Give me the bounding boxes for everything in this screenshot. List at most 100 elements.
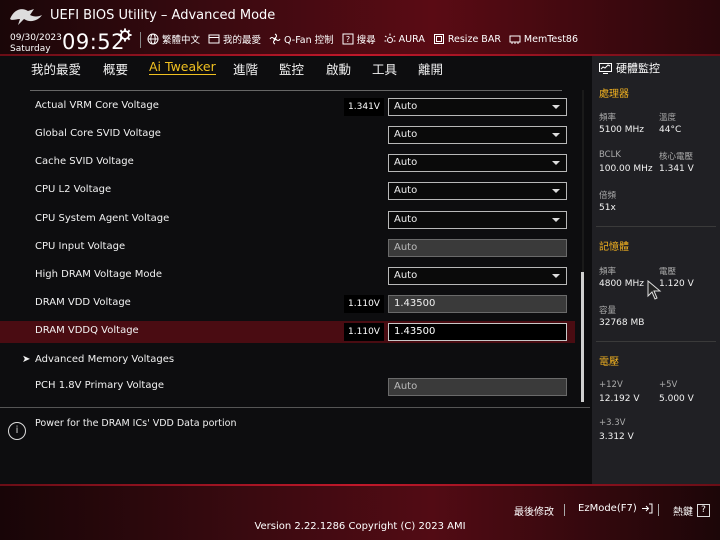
- setting-dropdown[interactable]: Auto: [388, 211, 567, 229]
- info-icon: i: [8, 422, 26, 440]
- ratio-label: 倍頻: [599, 191, 617, 201]
- tool-resize-bar[interactable]: Resize BAR: [433, 32, 501, 46]
- setting-row-dram-vddq-voltage[interactable]: DRAM VDDQ Voltage 1.110V 1.43500: [0, 321, 575, 343]
- setting-dropdown[interactable]: Auto: [388, 267, 567, 285]
- hotkeys-button[interactable]: 熱鍵 ?: [673, 503, 710, 518]
- tab-monitor[interactable]: 監控: [279, 59, 304, 78]
- caret-down-icon: [552, 274, 560, 278]
- aura-icon: [384, 33, 396, 43]
- help-key-icon: ?: [697, 504, 710, 517]
- caret-down-icon: [552, 161, 560, 165]
- setting-label: High DRAM Voltage Mode: [35, 269, 162, 280]
- hardware-monitor-panel: 硬體監控 處理器 頻率 5100 MHz 溫度 44°C BCLK 100.00…: [592, 56, 720, 484]
- setting-row-cpu-l2-voltage[interactable]: CPU L2 Voltage Auto: [0, 180, 575, 202]
- vcore-value: 1.341 V: [659, 164, 694, 174]
- monitor-divider: [596, 226, 716, 227]
- field-value: Auto: [394, 242, 418, 253]
- footer-divider: [564, 504, 565, 516]
- tool-language[interactable]: 繁體中文: [147, 32, 200, 46]
- tool-memtest[interactable]: MemTest86: [509, 32, 578, 46]
- help-description: Power for the DRAM ICs' VDD Data portion: [35, 418, 237, 429]
- v33-value: 3.312 V: [599, 432, 634, 442]
- list-top-divider: [30, 90, 562, 91]
- setting-row-pch-1-8v-primary-voltage: PCH 1.8V Primary Voltage Auto: [0, 376, 575, 398]
- section-memory: 記憶體: [599, 242, 629, 253]
- setting-row-actual-vrm-core-voltage[interactable]: Actual VRM Core Voltage 1.341V Auto: [0, 96, 575, 118]
- tab-advanced[interactable]: 進階: [233, 59, 258, 78]
- setting-row-cpu-system-agent-voltage[interactable]: CPU System Agent Voltage Auto: [0, 209, 575, 231]
- fan-icon: [269, 33, 281, 45]
- setting-dropdown[interactable]: Auto: [388, 182, 567, 200]
- vcore-label: 核心電壓: [659, 152, 694, 162]
- mouse-cursor-icon: [647, 280, 662, 300]
- tab-exit[interactable]: 離開: [418, 59, 443, 78]
- tool-search-label: 搜尋: [356, 35, 376, 46]
- setting-label: PCH 1.8V Primary Voltage: [35, 380, 164, 391]
- monitor-title: 硬體監控: [599, 60, 660, 76]
- footer-divider: [658, 504, 659, 516]
- caret-down-icon: [552, 133, 560, 137]
- ezmode-button[interactable]: EzMode(F7): [578, 503, 653, 514]
- setting-dropdown[interactable]: Auto: [388, 98, 567, 116]
- search-help-icon: ?: [342, 33, 354, 45]
- monitor-divider: [596, 341, 716, 342]
- tab-boot[interactable]: 啟動: [326, 59, 351, 78]
- setting-label: Actual VRM Core Voltage: [35, 100, 159, 111]
- memtest-icon: [509, 35, 521, 44]
- globe-icon: [147, 33, 159, 45]
- tool-memtest-label: MemTest86: [523, 33, 579, 45]
- setting-field-disabled: Auto: [388, 239, 567, 257]
- ratio-value: 51x: [599, 203, 616, 213]
- mem-freq-label: 頻率: [599, 267, 617, 277]
- setting-row-dram-vdd-voltage[interactable]: DRAM VDD Voltage 1.110V 1.43500: [0, 293, 575, 315]
- day-text: Saturday: [10, 44, 51, 54]
- tool-search[interactable]: ? 搜尋: [342, 32, 376, 46]
- setting-dropdown[interactable]: Auto: [388, 126, 567, 144]
- submenu-advanced-memory-voltages[interactable]: ➤ Advanced Memory Voltages: [0, 350, 575, 372]
- bclk-value: 100.00 MHz: [599, 164, 653, 174]
- setting-label: CPU L2 Voltage: [35, 184, 112, 195]
- tab-favorites[interactable]: 我的最愛: [31, 59, 81, 78]
- current-voltage-readout: 1.110V: [344, 295, 384, 313]
- setting-label: Global Core SVID Voltage: [35, 128, 161, 139]
- setting-row-global-core-svid-voltage[interactable]: Global Core SVID Voltage Auto: [0, 124, 575, 146]
- last-modified-button[interactable]: 最後修改: [514, 503, 554, 518]
- gear-icon[interactable]: [118, 28, 132, 42]
- tab-main[interactable]: 概要: [103, 59, 128, 78]
- hotkeys-label: 熱鍵: [673, 507, 693, 518]
- svg-text:?: ?: [346, 35, 350, 44]
- scrollbar-thumb[interactable]: [581, 272, 584, 402]
- tool-aura[interactable]: AURA: [384, 32, 425, 46]
- v33-label: +3.3V: [599, 418, 626, 428]
- setting-row-cache-svid-voltage[interactable]: Cache SVID Voltage Auto: [0, 152, 575, 174]
- v5-label: +5V: [659, 380, 678, 390]
- tool-resize-bar-label: Resize BAR: [447, 33, 501, 45]
- mem-volt-value: 1.120 V: [659, 279, 694, 289]
- tab-ai-tweaker[interactable]: Ai Tweaker: [149, 59, 216, 75]
- dropdown-value: Auto: [394, 270, 418, 281]
- setting-dropdown[interactable]: Auto: [388, 154, 567, 172]
- date-text: 09/30/2023: [10, 33, 62, 43]
- setting-label: CPU Input Voltage: [35, 241, 126, 252]
- monitor-screen-icon: [599, 62, 612, 74]
- voltage-input[interactable]: 1.43500: [388, 295, 567, 313]
- cpu-temp-value: 44°C: [659, 125, 682, 135]
- main-menu-tabs: 我的最愛 概要 Ai Tweaker 進階 監控 啟動 工具 離開: [0, 56, 590, 80]
- tab-tool[interactable]: 工具: [372, 59, 397, 78]
- resize-bar-icon: [433, 34, 444, 44]
- setting-label: CPU System Agent Voltage: [35, 213, 170, 224]
- ezmode-label: EzMode(F7): [578, 503, 637, 514]
- footer-bar: 最後修改 EzMode(F7) 熱鍵 ? Version 2.22.1286 C…: [0, 484, 720, 540]
- dropdown-value: Auto: [394, 101, 418, 112]
- tool-favorites[interactable]: 我的最愛: [208, 32, 261, 46]
- setting-field-disabled: Auto: [388, 378, 567, 396]
- tool-aura-label: AURA: [398, 33, 425, 45]
- setting-label: DRAM VDDQ Voltage: [35, 325, 139, 336]
- mem-cap-label: 容量: [599, 306, 617, 316]
- voltage-input[interactable]: 1.43500: [388, 323, 567, 341]
- setting-row-high-dram-voltage-mode[interactable]: High DRAM Voltage Mode Auto: [0, 265, 575, 287]
- tool-qfan[interactable]: Q-Fan 控制: [269, 32, 334, 46]
- section-cpu: 處理器: [599, 89, 629, 100]
- dropdown-value: Auto: [394, 129, 418, 140]
- setting-label: Cache SVID Voltage: [35, 156, 134, 167]
